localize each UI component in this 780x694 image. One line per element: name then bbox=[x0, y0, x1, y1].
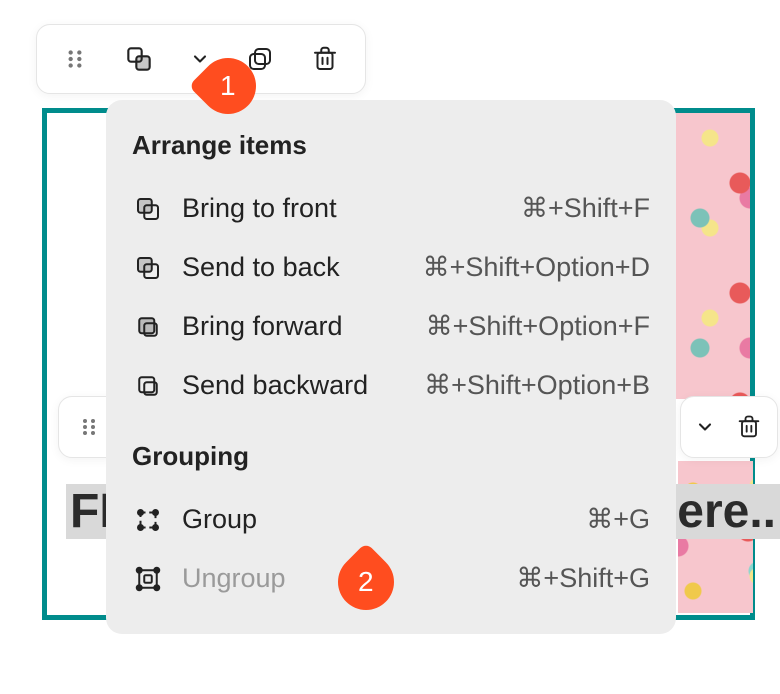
arrange-button[interactable] bbox=[123, 43, 155, 75]
bring-to-front-icon bbox=[132, 194, 164, 224]
callout-number: 1 bbox=[220, 70, 236, 102]
drag-handle-icon[interactable] bbox=[62, 46, 88, 72]
menu-item-shortcut: ⌘+Shift+G bbox=[516, 563, 650, 594]
delete-button[interactable] bbox=[735, 413, 763, 441]
menu-item-shortcut: ⌘+G bbox=[586, 504, 650, 535]
secondary-toolbar-right bbox=[680, 396, 778, 458]
section-title-grouping: Grouping bbox=[106, 415, 676, 490]
drag-handle-icon[interactable] bbox=[77, 415, 101, 439]
menu-item-bring-to-front[interactable]: Bring to front ⌘+Shift+F bbox=[106, 179, 676, 238]
menu-item-shortcut: ⌘+Shift+Option+F bbox=[426, 311, 650, 342]
arrange-dropdown: Arrange items Bring to front ⌘+Shift+F S… bbox=[106, 100, 676, 634]
send-backward-icon bbox=[132, 371, 164, 401]
page-text-fragment-right: ere.. bbox=[673, 484, 780, 539]
delete-button[interactable] bbox=[310, 44, 340, 74]
bring-forward-icon bbox=[132, 312, 164, 342]
menu-item-group[interactable]: Group ⌘+G bbox=[106, 490, 676, 549]
menu-item-label: Send to back bbox=[182, 252, 340, 283]
group-icon bbox=[132, 505, 164, 535]
callout-number: 2 bbox=[358, 566, 374, 598]
menu-item-label: Bring to front bbox=[182, 193, 337, 224]
menu-item-send-to-back[interactable]: Send to back ⌘+Shift+Option+D bbox=[106, 238, 676, 297]
menu-item-label: Bring forward bbox=[182, 311, 343, 342]
menu-item-send-backward[interactable]: Send backward ⌘+Shift+Option+B bbox=[106, 356, 676, 415]
section-title-arrange: Arrange items bbox=[106, 118, 676, 179]
menu-item-shortcut: ⌘+Shift+Option+B bbox=[424, 370, 650, 401]
ungroup-icon bbox=[132, 564, 164, 594]
menu-item-label: Send backward bbox=[182, 370, 368, 401]
menu-item-bring-forward[interactable]: Bring forward ⌘+Shift+Option+F bbox=[106, 297, 676, 356]
menu-item-label: Group bbox=[182, 504, 257, 535]
chevron-down-icon[interactable] bbox=[695, 417, 715, 437]
menu-item-shortcut: ⌘+Shift+Option+D bbox=[423, 252, 650, 283]
menu-item-shortcut: ⌘+Shift+F bbox=[521, 193, 650, 224]
menu-item-label: Ungroup bbox=[182, 563, 286, 594]
send-to-back-icon bbox=[132, 253, 164, 283]
